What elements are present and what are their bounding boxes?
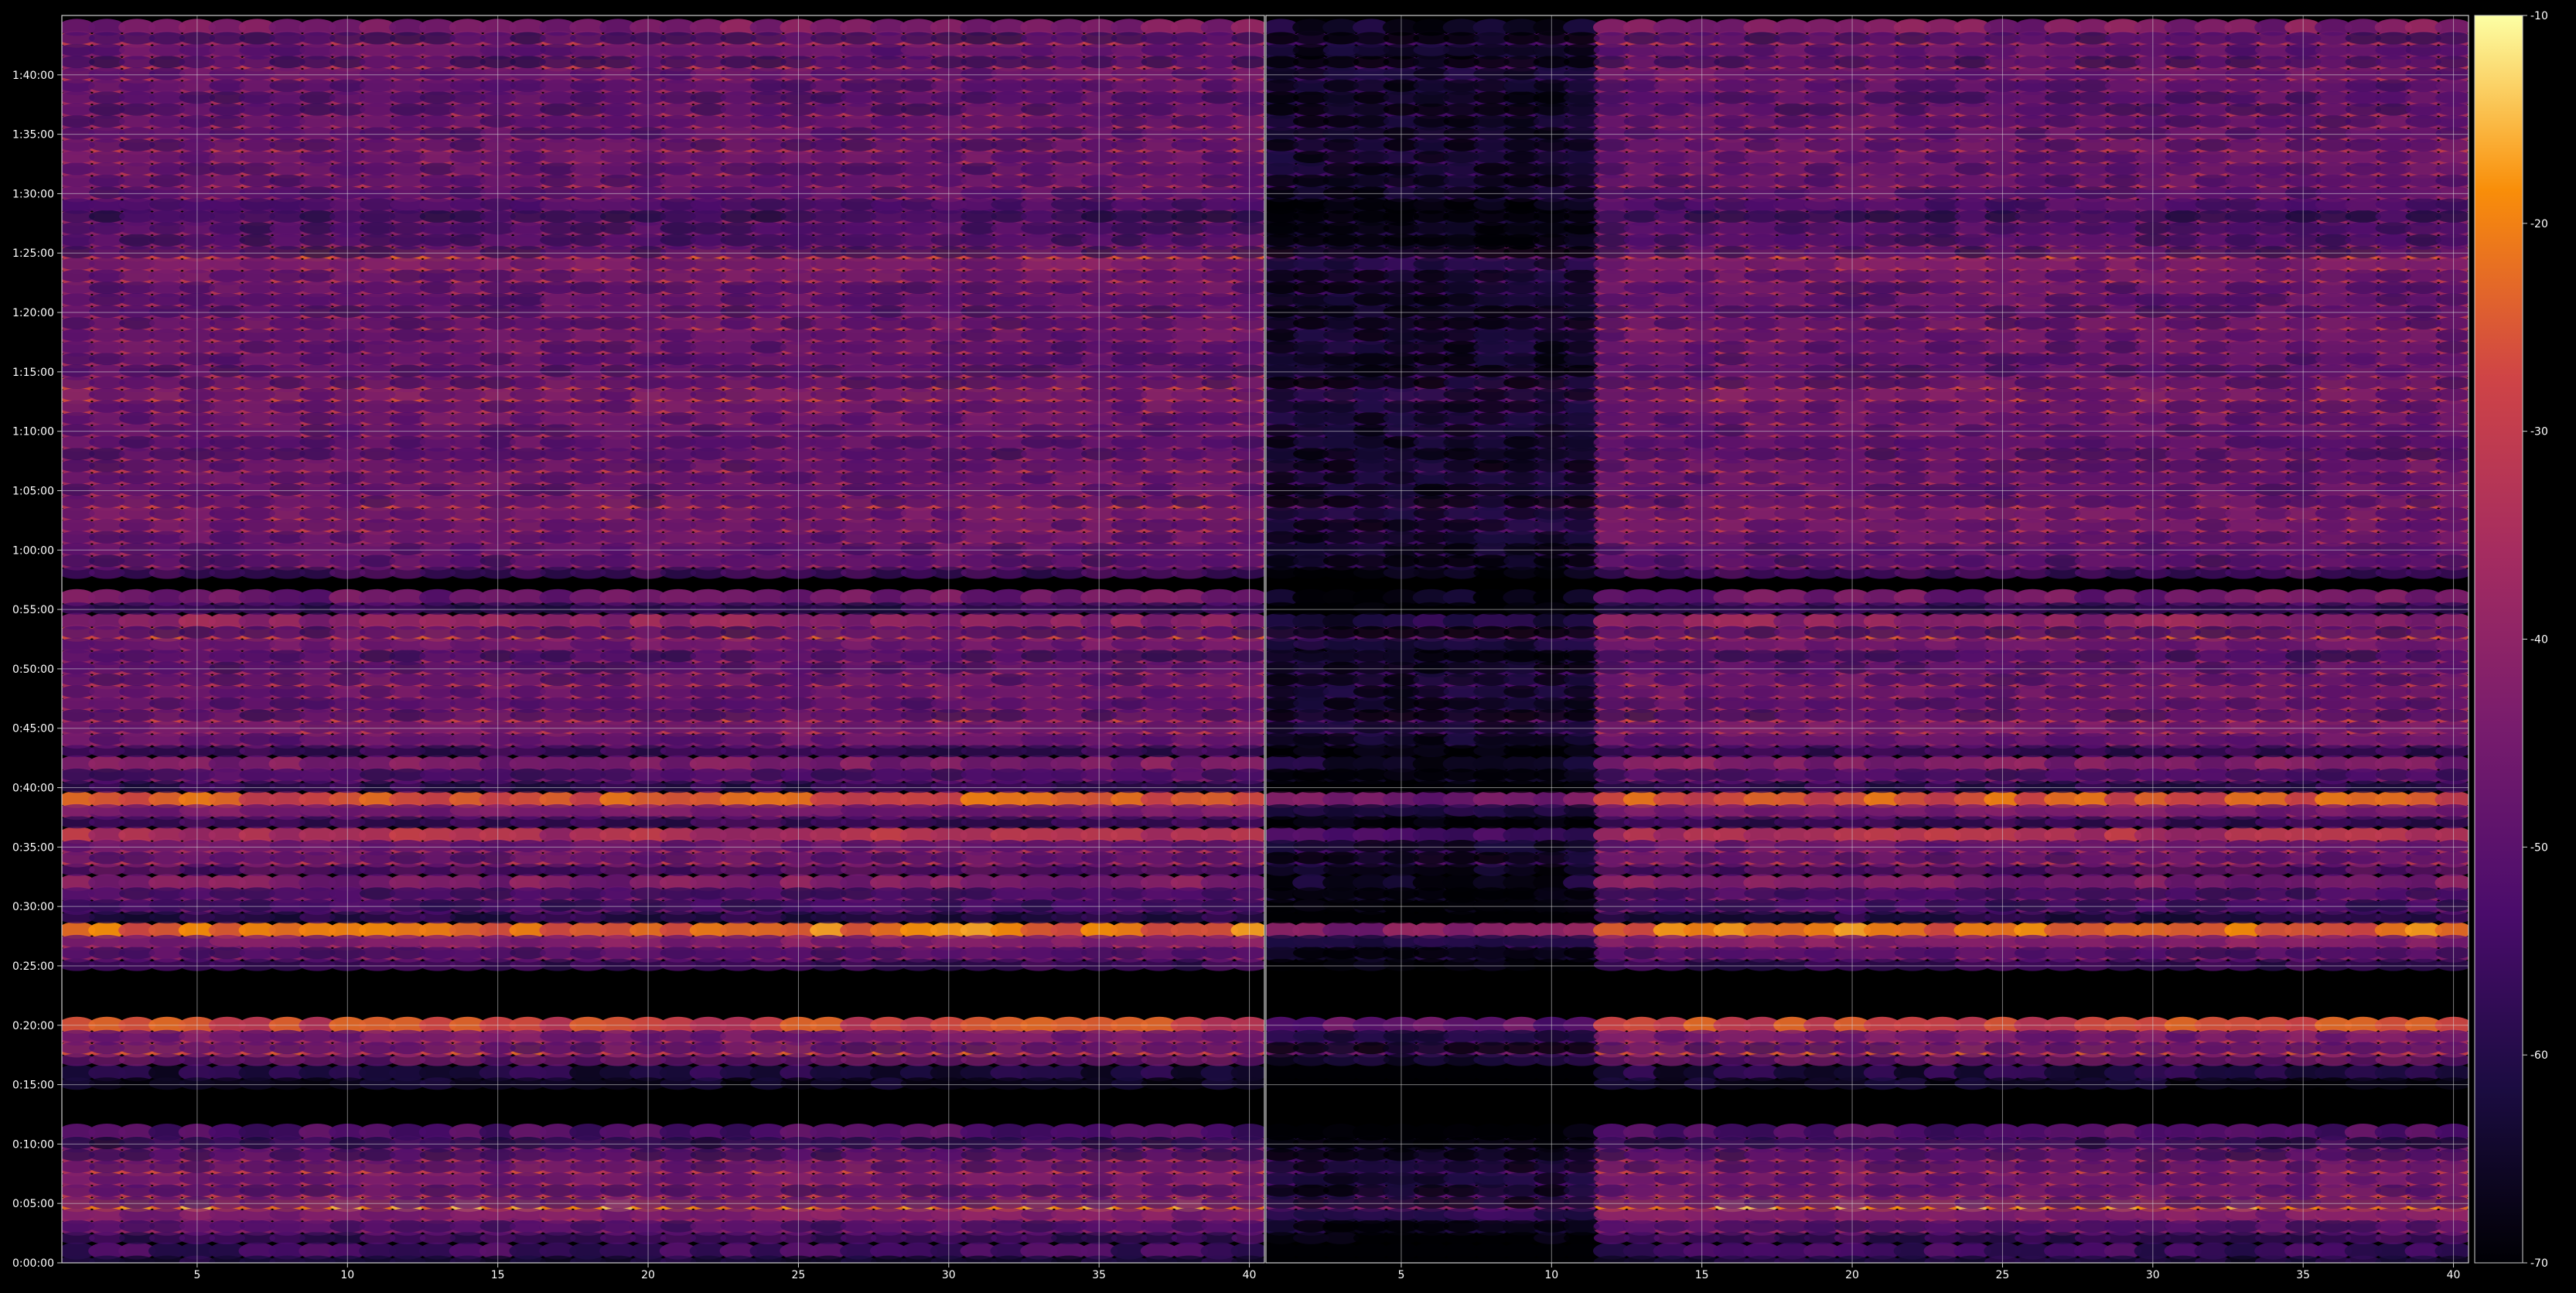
- heatmap-panel-left: [62, 19, 1264, 1263]
- heatmap-figure: 5 10 15 20 25 30 35 40 5 10 15 20 25 30 35 400:00:000:0…: [0, 0, 2576, 1293]
